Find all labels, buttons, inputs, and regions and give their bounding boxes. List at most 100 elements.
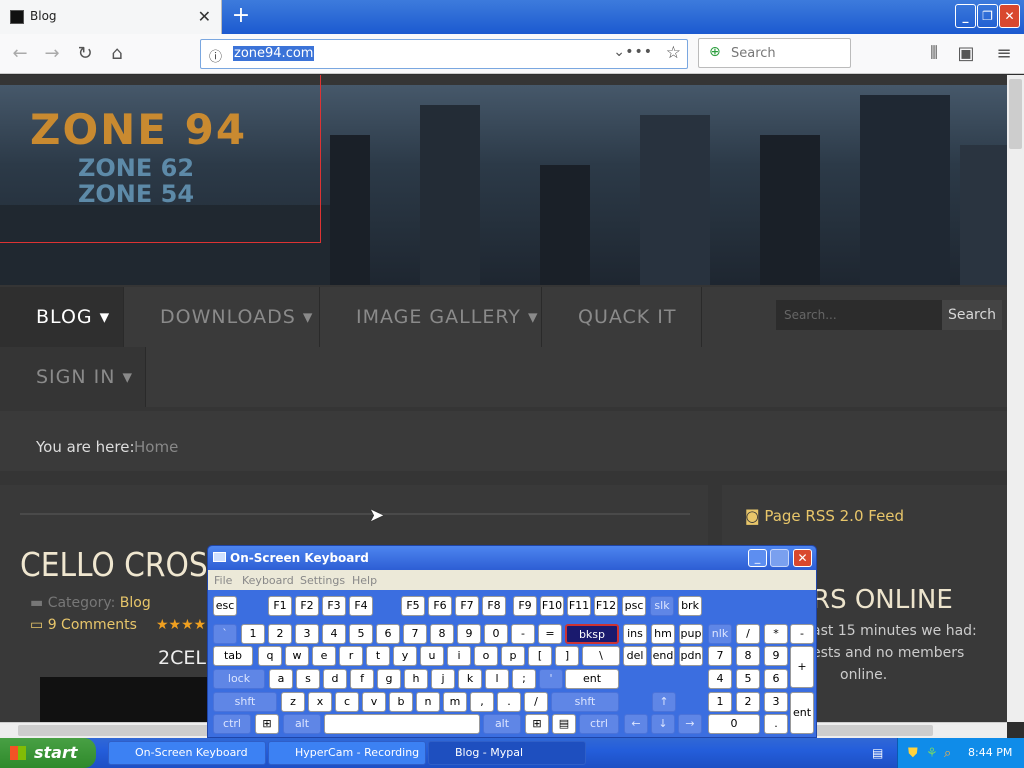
- osk-key-row1-17[interactable]: nlk: [708, 624, 732, 644]
- sidebar-icon[interactable]: ▣: [954, 42, 978, 66]
- osk-key-row1-8[interactable]: 8: [430, 624, 454, 644]
- osk-key-row0-10[interactable]: F10: [540, 596, 564, 616]
- osk-key-row4-7[interactable]: m: [443, 692, 467, 712]
- category-link[interactable]: Blog: [120, 595, 151, 611]
- osk-key-row0-6[interactable]: F6: [428, 596, 452, 616]
- network-icon[interactable]: ⚘: [926, 746, 938, 761]
- restore-button[interactable]: ❐: [977, 4, 998, 28]
- osk-key-row2-2[interactable]: w: [285, 646, 309, 666]
- osk-key-row3-8[interactable]: k: [458, 669, 482, 689]
- osk-key-row5-0[interactable]: ctrl: [213, 714, 251, 734]
- osk-key-row0-5[interactable]: F5: [401, 596, 425, 616]
- osk-key-row2-0[interactable]: tab: [213, 646, 253, 666]
- reload-icon[interactable]: ↻: [73, 42, 97, 66]
- new-tab-button[interactable]: +: [230, 2, 252, 30]
- close-button[interactable]: ✕: [999, 4, 1020, 28]
- osk-key-row3-5[interactable]: g: [377, 669, 401, 689]
- osk-key-row2-5[interactable]: t: [366, 646, 390, 666]
- keyboard-tray-icon[interactable]: ▤: [872, 746, 883, 760]
- osk-key-row0-13[interactable]: psc: [622, 596, 646, 616]
- info-icon[interactable]: ⓘ: [209, 46, 222, 65]
- osk-key-row0-9[interactable]: F9: [513, 596, 537, 616]
- osk-key-row4-8[interactable]: ,: [470, 692, 494, 712]
- osk-key-row0-2[interactable]: F2: [295, 596, 319, 616]
- osk-key-row4-6[interactable]: n: [416, 692, 440, 712]
- osk-key-row1-11[interactable]: -: [511, 624, 535, 644]
- nav-item-sign-in[interactable]: SIGN IN ▾: [0, 347, 146, 407]
- osk-key-row1-16[interactable]: pup: [679, 624, 703, 644]
- osk-key-row2-7[interactable]: u: [420, 646, 444, 666]
- osk-key-row0-12[interactable]: F12: [594, 596, 618, 616]
- forward-icon[interactable]: →: [40, 42, 64, 66]
- osk-key-row2-10[interactable]: p: [501, 646, 525, 666]
- shield-icon[interactable]: ⛊: [908, 746, 918, 761]
- osk-key-row3-13[interactable]: 4: [708, 669, 732, 689]
- osk-key-row5-1[interactable]: ⊞: [255, 714, 279, 734]
- osk-key-row2-12[interactable]: ]: [555, 646, 579, 666]
- osk-key-row1-6[interactable]: 6: [376, 624, 400, 644]
- osk-key-row1-14[interactable]: ins: [623, 624, 647, 644]
- osk-key-row4-3[interactable]: c: [335, 692, 359, 712]
- osk-key-row5-7[interactable]: ctrl: [579, 714, 619, 734]
- osk-key-row4-14[interactable]: 2: [736, 692, 760, 712]
- osk-key-row4-13[interactable]: 1: [708, 692, 732, 712]
- osk-key-row2-11[interactable]: [: [528, 646, 552, 666]
- browser-search-input[interactable]: ⊕ Search: [698, 38, 851, 68]
- osk-key-row2-16[interactable]: pdn: [679, 646, 703, 666]
- back-icon[interactable]: ←: [8, 42, 32, 66]
- osk-key-row0-8[interactable]: F8: [482, 596, 506, 616]
- nav-item-image-gallery[interactable]: IMAGE GALLERY ▾: [320, 287, 542, 347]
- osk-key-row1-12[interactable]: =: [538, 624, 562, 644]
- osk-key-row2-20[interactable]: +: [790, 646, 814, 688]
- osk-key-row2-8[interactable]: i: [447, 646, 471, 666]
- osk-key-row5-10[interactable]: →: [678, 714, 702, 734]
- osk-key-row4-11[interactable]: shft: [551, 692, 619, 712]
- comments-link[interactable]: ▭ 9 Comments: [30, 617, 137, 633]
- osk-key-row1-0[interactable]: `: [213, 624, 237, 644]
- osk-key-row5-5[interactable]: ⊞: [525, 714, 549, 734]
- osk-key-row5-8[interactable]: ←: [624, 714, 648, 734]
- osk-key-row3-11[interactable]: ': [539, 669, 563, 689]
- osk-key-row5-6[interactable]: ▤: [552, 714, 576, 734]
- site-search-input[interactable]: Search...: [776, 300, 942, 330]
- osk-key-row3-0[interactable]: lock: [213, 669, 265, 689]
- osk-key-row2-4[interactable]: r: [339, 646, 363, 666]
- osk-key-row3-1[interactable]: a: [269, 669, 293, 689]
- osk-key-row2-1[interactable]: q: [258, 646, 282, 666]
- osk-key-row4-0[interactable]: shft: [213, 692, 277, 712]
- osk-key-row5-11[interactable]: 0: [708, 714, 760, 734]
- osk-key-row4-4[interactable]: v: [362, 692, 386, 712]
- osk-key-row0-11[interactable]: F11: [567, 596, 591, 616]
- osk-key-row3-15[interactable]: 6: [764, 669, 788, 689]
- osk-key-row1-3[interactable]: 3: [295, 624, 319, 644]
- osk-key-row3-3[interactable]: d: [323, 669, 347, 689]
- osk-key-row4-15[interactable]: 3: [764, 692, 788, 712]
- osk-key-row1-4[interactable]: 4: [322, 624, 346, 644]
- osk-key-row1-18[interactable]: /: [736, 624, 760, 644]
- minimize-button[interactable]: _: [955, 4, 976, 28]
- osk-key-row4-5[interactable]: b: [389, 692, 413, 712]
- osk-key-row3-14[interactable]: 5: [736, 669, 760, 689]
- osk-key-row1-5[interactable]: 5: [349, 624, 373, 644]
- nav-item-quack-it[interactable]: QUACK IT: [542, 287, 702, 347]
- osk-key-row5-2[interactable]: alt: [283, 714, 321, 734]
- bookmark-star-icon[interactable]: ☆: [666, 43, 681, 63]
- osk-key-row3-12[interactable]: ent: [565, 669, 619, 689]
- start-button[interactable]: start: [0, 738, 96, 768]
- site-search-button[interactable]: Search: [942, 300, 1002, 330]
- menu-icon[interactable]: ≡: [992, 42, 1016, 66]
- osk-key-row1-19[interactable]: *: [764, 624, 788, 644]
- osk-key-row5-4[interactable]: alt: [483, 714, 521, 734]
- osk-key-row1-1[interactable]: 1: [241, 624, 265, 644]
- url-text[interactable]: zone94.com: [233, 46, 315, 61]
- osk-key-row0-3[interactable]: F3: [322, 596, 346, 616]
- osk-key-row5-9[interactable]: ↓: [651, 714, 675, 734]
- url-bar[interactable]: ⓘ zone94.com ⌄ ••• ☆: [200, 39, 688, 69]
- osk-key-row0-15[interactable]: brk: [678, 596, 702, 616]
- osk-key-row3-7[interactable]: j: [431, 669, 455, 689]
- osk-key-row2-13[interactable]: \: [582, 646, 620, 666]
- rating-stars[interactable]: ★★★★: [156, 617, 206, 633]
- page-actions-icon[interactable]: •••: [625, 44, 653, 60]
- osk-key-row0-0[interactable]: esc: [213, 596, 237, 616]
- osk-key-row3-9[interactable]: l: [485, 669, 509, 689]
